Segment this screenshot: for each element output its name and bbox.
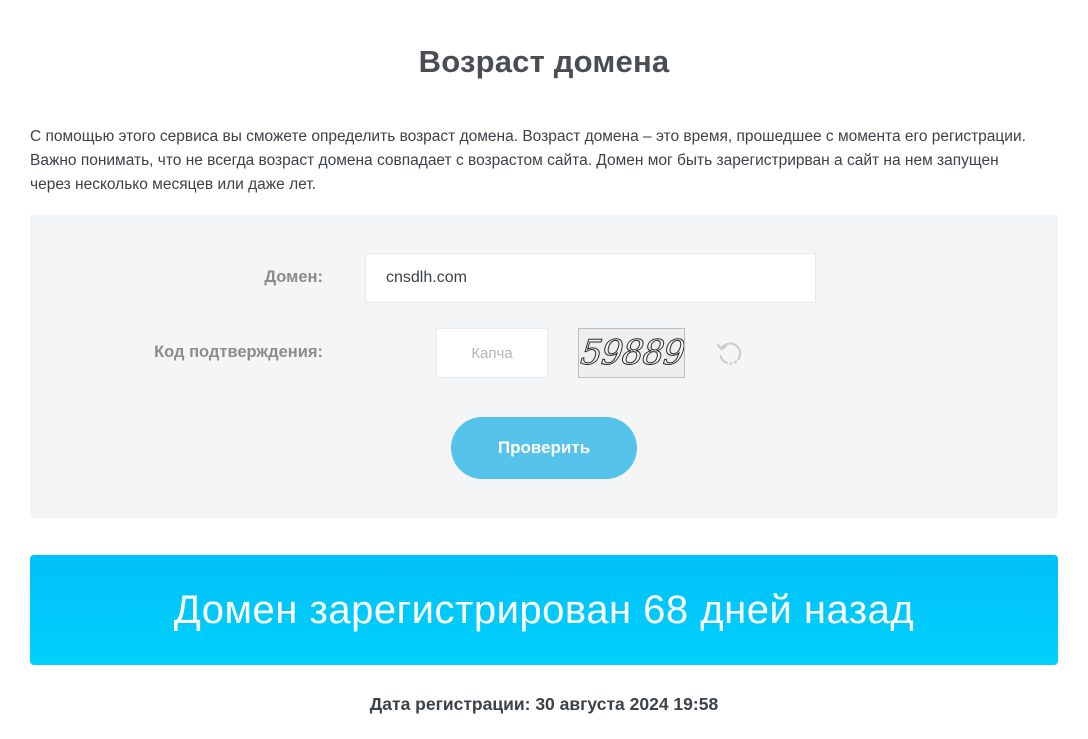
refresh-icon[interactable] <box>715 339 743 367</box>
domain-label: Домен: <box>264 268 323 286</box>
captcha-image: 59889 <box>578 328 685 378</box>
result-text: Домен зарегистрирован 68 дней назад <box>173 588 915 632</box>
result-banner: Домен зарегистрирован 68 дней назад <box>30 555 1058 665</box>
registration-date: Дата регистрации: 30 августа 2024 19:58 <box>369 694 719 714</box>
domain-age-page: Возраст домена С помощью этого сервиса в… <box>0 0 1088 739</box>
domain-input[interactable] <box>365 253 816 303</box>
captcha-input[interactable] <box>436 328 548 378</box>
captcha-image-text: 59889 <box>578 333 685 374</box>
domain-check-form: Домен: Код подтверждения: 59889 Проверит… <box>30 215 1058 518</box>
page-title: Возраст домена <box>418 44 670 79</box>
captcha-label: Код подтверждения: <box>154 343 323 361</box>
check-button[interactable]: Проверить <box>451 417 637 479</box>
intro-text: С помощью этого сервиса вы сможете опред… <box>30 128 1026 193</box>
